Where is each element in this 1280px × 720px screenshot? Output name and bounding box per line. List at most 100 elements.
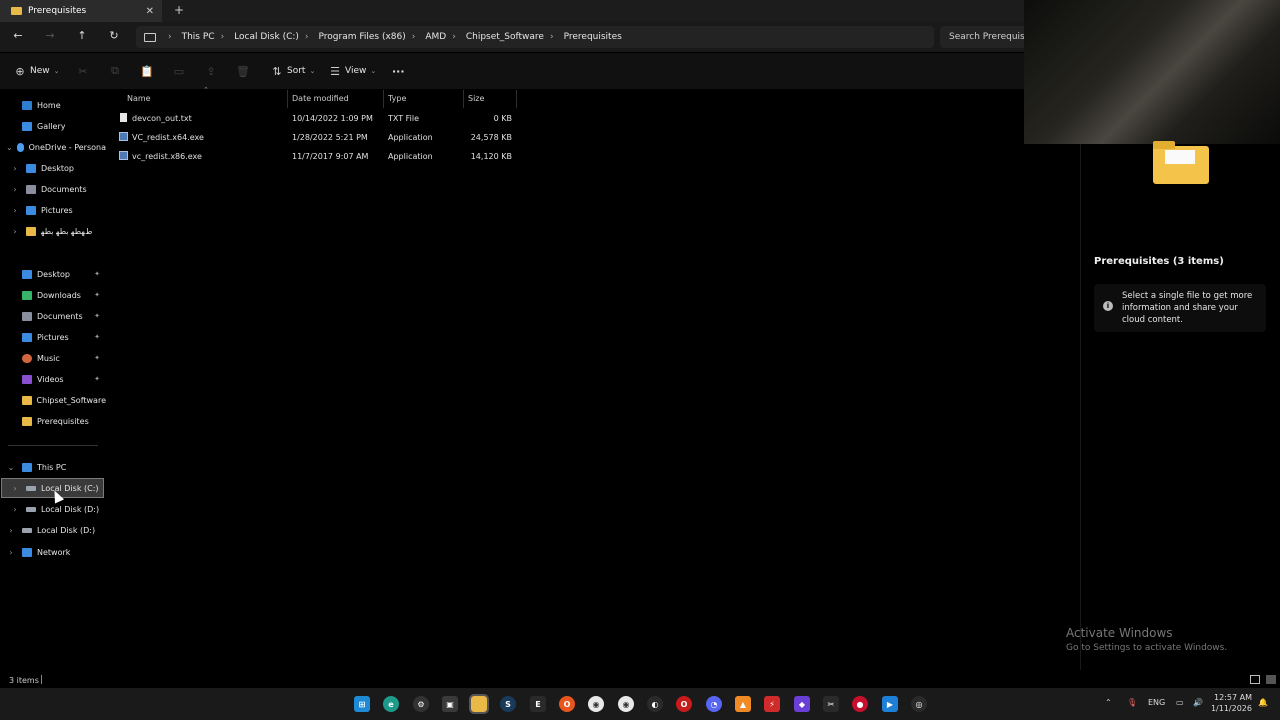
app-red-icon[interactable]: ⚡: [764, 696, 780, 712]
sidebar-item-onedrive[interactable]: ⌄ OneDrive - Persona: [0, 138, 106, 156]
file-row[interactable]: VC_redist.x64.exe 1/28/2022 5:21 PM Appl…: [118, 129, 518, 147]
close-tab-icon[interactable]: ✕: [146, 6, 154, 17]
column-divider[interactable]: [383, 90, 384, 108]
chevron-right-icon[interactable]: ›: [6, 548, 16, 557]
breadcrumb-program-files-x86[interactable]: Program Files (x86): [319, 32, 406, 42]
store-icon[interactable]: ▣: [442, 696, 458, 712]
sidebar-item-downloads[interactable]: Downloads ✦: [0, 286, 106, 304]
sidebar-item-local-disk-d-2[interactable]: › Local Disk (D:): [0, 521, 106, 539]
sidebar-item-home[interactable]: Home: [0, 96, 106, 114]
obs-icon[interactable]: ◎: [911, 696, 927, 712]
column-date-modified[interactable]: Date modified: [292, 94, 349, 103]
volume-icon[interactable]: 🔊: [1193, 698, 1203, 707]
cut-button[interactable]: ✂: [76, 62, 90, 80]
up-button[interactable]: ↑: [74, 28, 90, 44]
settings-icon[interactable]: ⚙: [413, 696, 429, 712]
column-type[interactable]: Type: [388, 94, 406, 103]
chevron-down-icon[interactable]: ⌄: [6, 463, 16, 472]
column-name[interactable]: Name: [127, 94, 151, 103]
breadcrumb-amd[interactable]: AMD: [425, 32, 446, 42]
chevron-right-icon[interactable]: ›: [10, 185, 20, 194]
app-purple-icon[interactable]: ◆: [794, 696, 810, 712]
clock-time[interactable]: 12:57 AM: [1214, 693, 1252, 702]
sidebar-item-documents[interactable]: Documents ✦: [0, 307, 106, 325]
file-row[interactable]: vc_redist.x86.exe 11/7/2017 9:07 AM Appl…: [118, 148, 518, 166]
chevron-right-icon[interactable]: ›: [10, 206, 20, 215]
delete-button[interactable]: 🗑: [236, 62, 250, 80]
chevron-right-icon[interactable]: ›: [10, 505, 20, 514]
column-divider[interactable]: [463, 90, 464, 108]
back-button[interactable]: ←: [10, 28, 26, 44]
share-button[interactable]: ⇪: [204, 62, 218, 80]
capcut-icon[interactable]: ✂: [823, 696, 839, 712]
network-icon[interactable]: ▭: [1176, 698, 1184, 707]
column-size[interactable]: Size: [468, 94, 484, 103]
file-row[interactable]: devcon_out.txt 10/14/2022 1:09 PM TXT Fi…: [118, 110, 518, 128]
breadcrumb-local-disk-c[interactable]: Local Disk (C:): [234, 32, 299, 42]
epic-games-icon[interactable]: E: [530, 696, 546, 712]
notification-icon[interactable]: 🔔: [1258, 698, 1268, 707]
app-icon[interactable]: ◐: [647, 696, 663, 712]
sidebar-item-onedrive-documents[interactable]: › Documents: [0, 180, 106, 198]
pin-icon[interactable]: ✦: [94, 270, 100, 278]
sidebar-item-network[interactable]: › Network: [0, 543, 106, 561]
chevron-right-icon[interactable]: ›: [10, 484, 20, 493]
forward-button[interactable]: →: [42, 28, 58, 44]
chrome-profile-icon[interactable]: ◉: [618, 696, 634, 712]
chevron-down-icon[interactable]: ⌄: [6, 143, 13, 152]
sidebar-item-music[interactable]: Music ✦: [0, 349, 106, 367]
vlc-icon[interactable]: ▲: [735, 696, 751, 712]
sidebar-item-gallery[interactable]: Gallery: [0, 117, 106, 135]
opera-icon[interactable]: O: [676, 696, 692, 712]
sidebar-item-onedrive-pictures[interactable]: › Pictures: [0, 201, 106, 219]
chrome-icon[interactable]: ◉: [588, 696, 604, 712]
sidebar-item-chipset-software[interactable]: Chipset_Software: [0, 391, 106, 409]
paste-button[interactable]: 📋: [140, 62, 154, 80]
pin-icon[interactable]: ✦: [94, 291, 100, 299]
app-blue-icon[interactable]: ▶: [882, 696, 898, 712]
chevron-right-icon[interactable]: ›: [10, 164, 20, 173]
language-indicator[interactable]: ENG: [1148, 698, 1165, 707]
refresh-button[interactable]: ↻: [106, 28, 122, 44]
sidebar-item-local-disk-d[interactable]: › Local Disk (D:): [0, 500, 106, 518]
more-options-button[interactable]: ···: [392, 62, 405, 80]
sidebar-item-desktop[interactable]: Desktop ✦: [0, 265, 106, 283]
breadcrumb-this-pc[interactable]: This PC: [182, 32, 215, 42]
tiles-view-icon[interactable]: [1266, 675, 1276, 684]
new-tab-button[interactable]: +: [174, 3, 184, 17]
sidebar-item-prerequisites[interactable]: Prerequisites: [0, 412, 106, 430]
pin-icon[interactable]: ✦: [94, 354, 100, 362]
clock-date[interactable]: 1/11/2026: [1210, 704, 1252, 713]
sidebar-item-onedrive-desktop[interactable]: › Desktop: [0, 159, 106, 177]
edge-icon[interactable]: e: [383, 696, 399, 712]
start-icon[interactable]: ⊞: [354, 696, 370, 712]
copy-button[interactable]: ⧉: [108, 62, 122, 80]
chevron-up-icon[interactable]: ⌃: [1105, 698, 1112, 707]
column-divider[interactable]: [287, 90, 288, 108]
tab-prerequisites[interactable]: Prerequisites ✕: [0, 0, 162, 22]
sidebar-item-pictures[interactable]: Pictures ✦: [0, 328, 106, 346]
chevron-right-icon[interactable]: ›: [10, 227, 20, 236]
discord-icon[interactable]: ◔: [706, 696, 722, 712]
microphone-icon[interactable]: 🎙: [1127, 698, 1137, 707]
view-button[interactable]: ☰ View ⌄: [328, 62, 376, 80]
details-view-icon[interactable]: [1250, 675, 1260, 684]
sidebar-item-this-pc[interactable]: ⌄ This PC: [0, 458, 106, 476]
new-button[interactable]: ⊕ New ⌄: [13, 62, 59, 80]
app-record-icon[interactable]: ●: [852, 696, 868, 712]
breadcrumb-prerequisites[interactable]: Prerequisites: [564, 32, 622, 42]
pin-icon[interactable]: ✦: [94, 333, 100, 341]
column-divider[interactable]: [516, 90, 517, 108]
breadcrumb-chipset-software[interactable]: Chipset_Software: [466, 32, 544, 42]
chevron-right-icon[interactable]: ›: [6, 526, 16, 535]
address-bar[interactable]: › This PC › Local Disk (C:) › Program Fi…: [136, 26, 934, 48]
origin-icon[interactable]: O: [559, 696, 575, 712]
pin-icon[interactable]: ✦: [94, 312, 100, 320]
sort-button[interactable]: ⇅ Sort ⌄: [270, 62, 315, 80]
pin-icon[interactable]: ✦: [94, 375, 100, 383]
file-explorer-icon[interactable]: [469, 694, 489, 714]
sidebar-item-videos[interactable]: Videos ✦: [0, 370, 106, 388]
sidebar-item-onedrive-folder[interactable]: › ﻁﻬﻄﻬ ﺑﻄﻬ ﺑﻄﻬ: [0, 222, 106, 240]
rename-button[interactable]: ▭: [172, 62, 186, 80]
steam-icon[interactable]: S: [500, 696, 516, 712]
